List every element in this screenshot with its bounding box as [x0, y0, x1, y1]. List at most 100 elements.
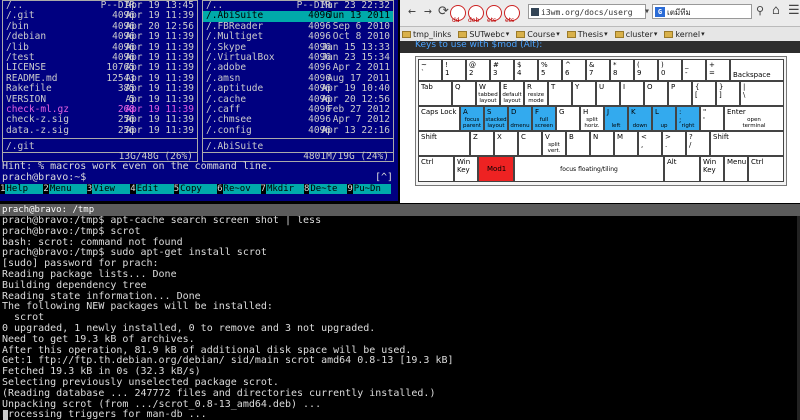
mc-right-panel[interactable]: /.. P--DIR Mar 23 22:32 /.AbiSuite 4096 Ju… — [202, 0, 394, 162]
bookmark-folder[interactable]: kernel ▾ — [662, 27, 709, 41]
key-period: > . — [662, 131, 686, 156]
key-label: < , — [641, 133, 647, 149]
bookmark-folder[interactable]: Thesis ▾ — [565, 27, 613, 41]
key-pipe: | \ — [740, 81, 784, 106]
file-row[interactable]: /.aptitude 4096 Apr 19 10:40 — [203, 83, 393, 95]
mc-command-history-button[interactable]: [^] — [375, 172, 393, 183]
browser-toolbar[interactable]: ← → ⟳ dd deb ets ets i3wm.org/docs/userg… — [400, 0, 800, 27]
file-row[interactable]: Rakefile 385 Apr 19 11:39 — [3, 83, 197, 95]
fkey-label: Menu — [48, 183, 87, 194]
fkey-5[interactable]: 5 Copy — [173, 183, 218, 194]
file-row[interactable]: data.-z.sig 256 Apr 19 11:39 — [3, 125, 197, 136]
key-alt: Alt — [664, 156, 700, 182]
key-label: @ 2 — [469, 61, 476, 77]
fkey-label: Copy — [179, 183, 218, 194]
fkey-3[interactable]: 3 View — [86, 183, 131, 194]
bookmark-label-1: dd — [452, 17, 460, 24]
file-row[interactable]: /.Multiget 4096 Oct 8 2010 — [203, 31, 393, 42]
key-H: Hsplit horiz. — [580, 106, 604, 131]
home-icon[interactable]: ⌂ — [772, 3, 780, 18]
key-action: up — [660, 123, 668, 129]
key-5: % 5 — [538, 59, 562, 81]
fkey-2[interactable]: 2 Menu — [43, 183, 87, 194]
forward-arrow-icon[interactable]: → — [424, 4, 432, 19]
search-engine-icon[interactable]: G — [655, 7, 665, 17]
key-label: : ; — [679, 108, 682, 124]
file-date: Apr 19 10:40 — [321, 83, 390, 95]
key-T: T — [548, 81, 572, 106]
fkey-8[interactable]: 8 De~te — [303, 183, 348, 194]
key-A: Afocus parent — [460, 106, 484, 131]
bookmark-folder-label: cluster — [625, 29, 653, 39]
key-8: * 8 — [610, 59, 634, 81]
terminal-line: prach@bravo:/tmp$ scrot — [2, 225, 141, 237]
folder-icon — [566, 30, 576, 38]
key-quote: " ' — [700, 106, 724, 131]
bookmark-folder-label: SUTwebc — [469, 29, 505, 39]
bookmark-folder[interactable]: tmp_links — [400, 27, 456, 41]
search-icon[interactable]: ⚲ — [756, 4, 764, 17]
back-arrow-icon[interactable]: ← — [408, 4, 416, 19]
key-label: ^ 6 — [565, 61, 571, 77]
chevron-down-icon: ▾ — [556, 30, 560, 38]
chevron-down-icon: ▾ — [701, 30, 705, 38]
file-date: Apr 19 11:39 — [125, 83, 194, 95]
key-label: O — [647, 83, 653, 91]
bookmark-folder[interactable]: SUTwebc ▾ — [456, 27, 514, 41]
fkey-4[interactable]: 4 Edit — [130, 183, 174, 194]
key-F: Ffull screen — [532, 106, 556, 131]
dropdown-chevron-icon[interactable]: ▾ — [644, 6, 650, 17]
file-name: Rakefile — [6, 83, 52, 95]
key-label: E — [503, 83, 508, 91]
fkey-label: Pu~Dn — [352, 183, 391, 194]
folder-icon — [516, 30, 526, 38]
file-row[interactable]: /debian 4096 Apr 19 11:39 — [3, 31, 197, 42]
key-action: tabbed layout — [478, 92, 498, 104]
key-action: focus floating/tiling — [560, 166, 618, 173]
key-label: ( 9 — [637, 61, 642, 77]
mc-function-key-bar[interactable]: 1 Help 2 Menu 3 View 4 Edit 5 Copy 6 Re~ov 7 Mkdir 8 De… — [0, 183, 398, 194]
keyboard-diagram: ~ ` ! 1 @ 2 # 3 $ 4 % 5 ^ 6 & 7 * 8 ( 9) 0 _ - + = B… — [415, 56, 787, 186]
terminal-titlebar[interactable]: prach@bravo: /tmp — [0, 204, 800, 216]
file-date: Apr 13 22:16 — [321, 124, 390, 136]
key-P: P — [668, 81, 692, 106]
key-label: Z — [473, 133, 478, 141]
mc-left-panel[interactable]: /.. P--DIR Apr 19 13:45 /.git 4096 Apr 19 … — [2, 0, 198, 162]
mc-right-disk-usage: 4801M/19G (24%) — [303, 151, 389, 162]
key-rbrace: } ] — [716, 81, 740, 106]
key-label: D — [511, 108, 517, 116]
key-E: Edefault layout — [500, 81, 524, 106]
url-input[interactable]: i3wm.org/docs/userg — [528, 4, 646, 19]
fkey-label: Edit — [135, 183, 174, 194]
midnight-commander-window[interactable]: /.. P--DIR Apr 19 13:45 /.git 4096 Apr 19 … — [0, 0, 398, 201]
fkey-label: Help — [5, 183, 44, 194]
menu-icon[interactable]: ☰ — [788, 3, 800, 18]
key-label: Ctrl — [421, 158, 434, 166]
key-semicolon: : ; right — [676, 106, 700, 131]
key-label: B — [569, 133, 574, 141]
fkey-7[interactable]: 7 Mkdir — [260, 183, 304, 194]
bookmark-folder[interactable]: Course ▾ — [514, 27, 564, 41]
fkey-6[interactable]: 6 Re~ov — [217, 183, 261, 194]
terminal-window[interactable]: prach@bravo:/tmp$ apt-cache search scree… — [0, 216, 800, 420]
browser-window[interactable]: ← → ⟳ dd deb ets ets i3wm.org/docs/userg… — [400, 0, 800, 203]
mc-left-file-list[interactable]: /.git 4096 Apr 19 11:39/bin 4096 Apr 20 12:5… — [3, 10, 197, 136]
panel-divider — [3, 138, 197, 139]
site-favicon-icon — [531, 8, 539, 16]
key-label: C — [521, 133, 526, 141]
file-row[interactable]: /.config 4096 Apr 13 22:16 — [203, 124, 393, 136]
mc-right-file-list[interactable]: /.AbiSuite 4096 Jun 13 2011/.FBReader 4096 S… — [203, 10, 393, 136]
key-3: # 3 — [490, 59, 514, 81]
mc-command-line[interactable]: prach@bravo:~$ — [2, 172, 92, 183]
bookmark-label-3: ets — [487, 17, 497, 24]
search-input[interactable]: G เตมีทีม — [652, 4, 752, 19]
page-header-strip: Keys to use with $mod (Alt): — [400, 40, 800, 53]
bookmark-folder-label: kernel — [675, 29, 701, 39]
reload-icon[interactable]: ⟳ — [438, 4, 449, 19]
fkey-1[interactable]: 1 Help — [0, 183, 44, 194]
fkey-9[interactable]: 9 Pu~Dn — [347, 183, 391, 194]
key-action: resize mode — [527, 92, 545, 104]
bookmarks-bar[interactable]: tmp_links SUTwebc ▾ Course ▾ Thesis ▾ cluster ▾ k… — [400, 27, 800, 41]
key-label: % 5 — [541, 61, 548, 77]
bookmark-folder[interactable]: cluster ▾ — [613, 27, 663, 41]
